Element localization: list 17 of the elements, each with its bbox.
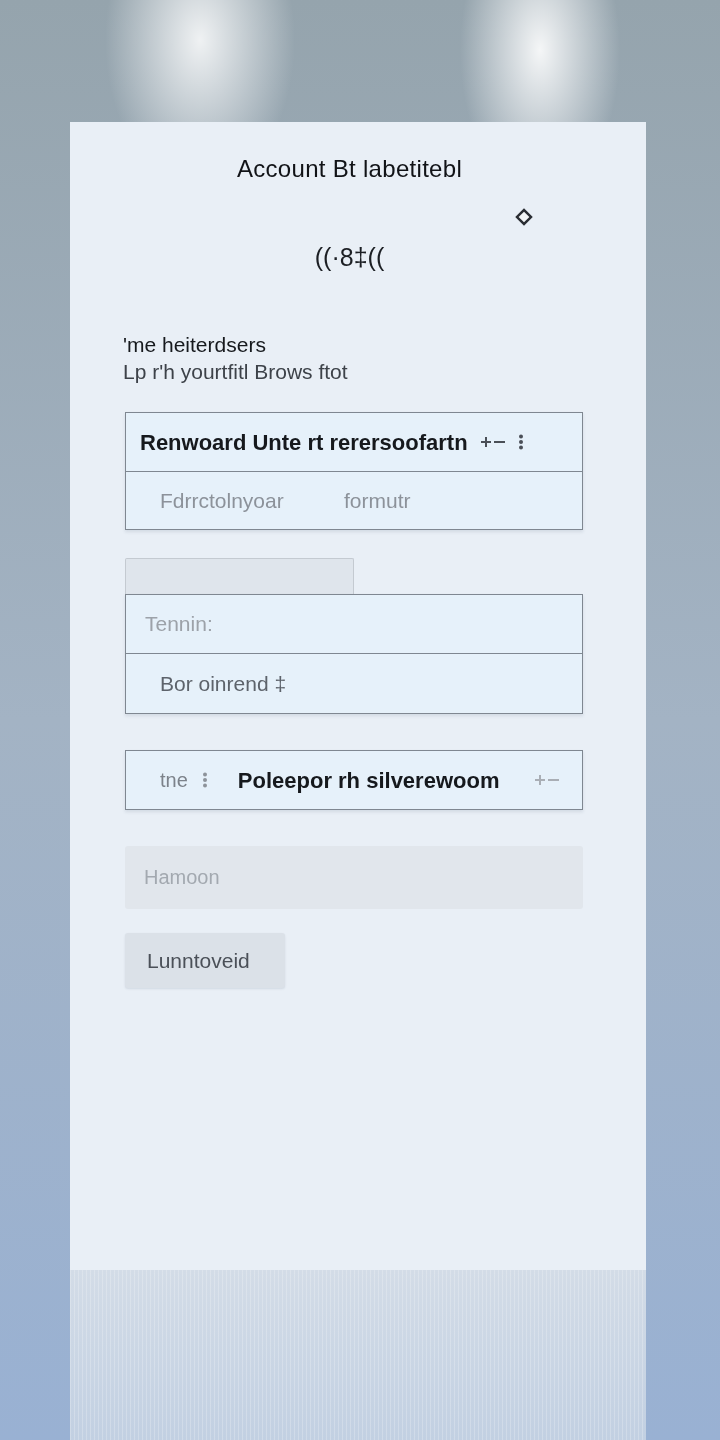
row-value: Bor oinrend ‡ [160,670,287,697]
hint-text: Tennin: [145,611,213,638]
row-label: Fdrrctolnyoar [160,487,285,514]
plus-minus-icon [534,774,560,786]
section-heading: 'me heiterdsers [123,333,266,357]
page-title: Account Bt labetitebl [236,155,463,183]
vertical-dots-icon [201,772,208,788]
row-value: formutr [344,487,411,514]
row-label: tne [160,768,188,793]
input-field[interactable]: Hamoon [125,846,583,909]
submit-button[interactable]: Lunntoveid [125,933,285,988]
row-value: Poleepor rh silverewoom [237,766,500,795]
badge-text: ((·8‡(( [314,243,385,271]
vertical-dots-icon [517,434,524,450]
section-subheading: Lp r'h yourtfitl Brows ftot [123,360,348,384]
plus-minus-icon [479,436,506,448]
row-heading: Renwoard Unte rt rerersoofartn [140,428,468,457]
